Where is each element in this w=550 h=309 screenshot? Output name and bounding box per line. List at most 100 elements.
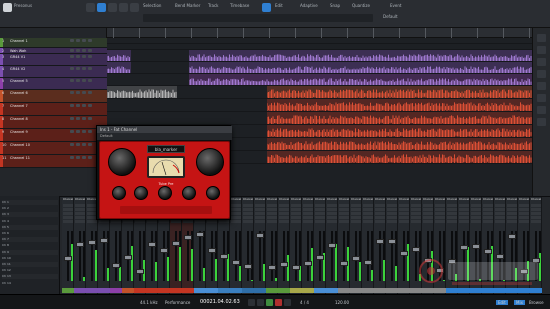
- channel-label[interactable]: Channel: [278, 198, 290, 202]
- tab-edit[interactable]: Edit: [496, 300, 508, 305]
- channel-label[interactable]: Channel: [314, 198, 326, 202]
- audio-clip[interactable]: [189, 74, 532, 85]
- insert-slot[interactable]: [63, 216, 73, 219]
- solo-button[interactable]: [76, 156, 80, 159]
- browser-list-item[interactable]: Ch 11: [2, 262, 58, 267]
- insert-slot[interactable]: [519, 220, 529, 223]
- channel-label[interactable]: Channel: [518, 198, 530, 202]
- insert-slot[interactable]: [99, 220, 109, 223]
- insert-slot[interactable]: [471, 208, 481, 211]
- solo-button[interactable]: [76, 143, 80, 146]
- channel-label[interactable]: Channel: [302, 198, 314, 202]
- insert-slot[interactable]: [495, 212, 505, 215]
- channel-label[interactable]: Channel: [62, 198, 74, 202]
- mute-button[interactable]: [70, 39, 74, 42]
- solo-button[interactable]: [76, 79, 80, 82]
- arrange-lane[interactable]: [107, 99, 532, 112]
- insert-slot[interactable]: [255, 204, 265, 207]
- insert-slot[interactable]: [243, 220, 253, 223]
- output-knob[interactable]: [196, 148, 224, 176]
- insert-slot[interactable]: [423, 212, 433, 215]
- high-freq-knob[interactable]: [206, 186, 220, 200]
- high-gain-knob[interactable]: [182, 186, 196, 200]
- insert-slot[interactable]: [423, 204, 433, 207]
- insert-slot[interactable]: [387, 204, 397, 207]
- solo-button[interactable]: [76, 104, 80, 107]
- insert-slot[interactable]: [339, 212, 349, 215]
- zoom-preset[interactable]: Default: [383, 14, 398, 19]
- toolbar-item-edit[interactable]: Edit: [275, 3, 283, 8]
- browser-list-item[interactable]: Ch 10: [2, 256, 58, 261]
- track-header[interactable]: 3 GR44 V1: [0, 54, 107, 66]
- insert-slot[interactable]: [75, 216, 85, 219]
- insert-slot[interactable]: [387, 208, 397, 211]
- browser-list-item[interactable]: Ch 14: [2, 281, 58, 286]
- solo-button[interactable]: [76, 55, 80, 58]
- insert-slot[interactable]: [495, 208, 505, 211]
- audio-clip[interactable]: [267, 112, 532, 124]
- track-name[interactable]: Channel 10: [10, 143, 30, 147]
- insert-slot[interactable]: [243, 212, 253, 215]
- mute-button[interactable]: [70, 67, 74, 70]
- paint-tool-icon[interactable]: [130, 3, 139, 12]
- insert-slot[interactable]: [171, 220, 181, 223]
- track-header[interactable]: 1 Channel 1: [0, 38, 107, 48]
- insert-slot[interactable]: [459, 204, 469, 207]
- browser-list-item[interactable]: Ch 7: [2, 237, 58, 243]
- browser-list-item[interactable]: Ch 5: [2, 224, 58, 230]
- solo-button[interactable]: [76, 39, 80, 42]
- insert-slot[interactable]: [447, 208, 457, 211]
- insert-slot[interactable]: [183, 220, 193, 223]
- volume-fader[interactable]: [484, 249, 492, 254]
- channel-label[interactable]: Channel: [386, 198, 398, 202]
- plugin-switch-row[interactable]: [120, 206, 212, 214]
- browser-list-item[interactable]: Ch 9: [2, 249, 58, 255]
- insert-slot[interactable]: [327, 216, 337, 219]
- insert-slot[interactable]: [363, 212, 373, 215]
- volume-fader[interactable]: [100, 238, 108, 243]
- volume-fader[interactable]: [292, 265, 300, 270]
- insert-slot[interactable]: [303, 220, 313, 223]
- insert-slot[interactable]: [459, 220, 469, 223]
- gain-knob[interactable]: [108, 148, 136, 176]
- record-icon[interactable]: [275, 299, 282, 306]
- volume-fader[interactable]: [400, 251, 408, 256]
- record-arm-button[interactable]: [82, 143, 86, 146]
- monitor-button[interactable]: [88, 91, 92, 94]
- insert-slot[interactable]: [243, 216, 253, 219]
- insert-slot[interactable]: [375, 204, 385, 207]
- arrange-lane[interactable]: [107, 50, 532, 62]
- tab-mix[interactable]: Mix: [514, 300, 525, 305]
- insert-slot[interactable]: [459, 212, 469, 215]
- audio-clip[interactable]: [267, 125, 532, 137]
- browser-list-item[interactable]: Ch 13: [2, 274, 58, 280]
- insert-slot[interactable]: [291, 216, 301, 219]
- insert-slot[interactable]: [519, 212, 529, 215]
- channel-label[interactable]: Channel: [410, 198, 422, 202]
- insert-slot[interactable]: [387, 216, 397, 219]
- volume-fader[interactable]: [136, 269, 144, 274]
- insert-slot[interactable]: [231, 216, 241, 219]
- record-arm-button[interactable]: [82, 156, 86, 159]
- channel-label[interactable]: Channel: [446, 198, 458, 202]
- record-arm-button[interactable]: [82, 91, 86, 94]
- insert-slot[interactable]: [507, 204, 517, 207]
- insert-slot[interactable]: [63, 220, 73, 223]
- tempo-display[interactable]: 120.00: [335, 300, 349, 305]
- toolbar-item-adaptive[interactable]: Adaptive: [300, 3, 318, 8]
- channel-label[interactable]: Channel: [422, 198, 434, 202]
- insert-slot[interactable]: [351, 208, 361, 211]
- channel-label[interactable]: Channel: [434, 198, 446, 202]
- insert-slot[interactable]: [495, 220, 505, 223]
- timeline-ruler[interactable]: [107, 28, 532, 38]
- mute-button[interactable]: [70, 143, 74, 146]
- insert-slot[interactable]: [531, 220, 541, 223]
- toolbar-item-quantize[interactable]: Quantize: [352, 3, 370, 8]
- solo-button[interactable]: [76, 130, 80, 133]
- track-name[interactable]: GR44 V2: [10, 67, 25, 71]
- insert-slot[interactable]: [363, 204, 373, 207]
- stop-icon[interactable]: [257, 299, 264, 306]
- record-arm-button[interactable]: [82, 130, 86, 133]
- insert-slot[interactable]: [255, 208, 265, 211]
- insert-slot[interactable]: [75, 204, 85, 207]
